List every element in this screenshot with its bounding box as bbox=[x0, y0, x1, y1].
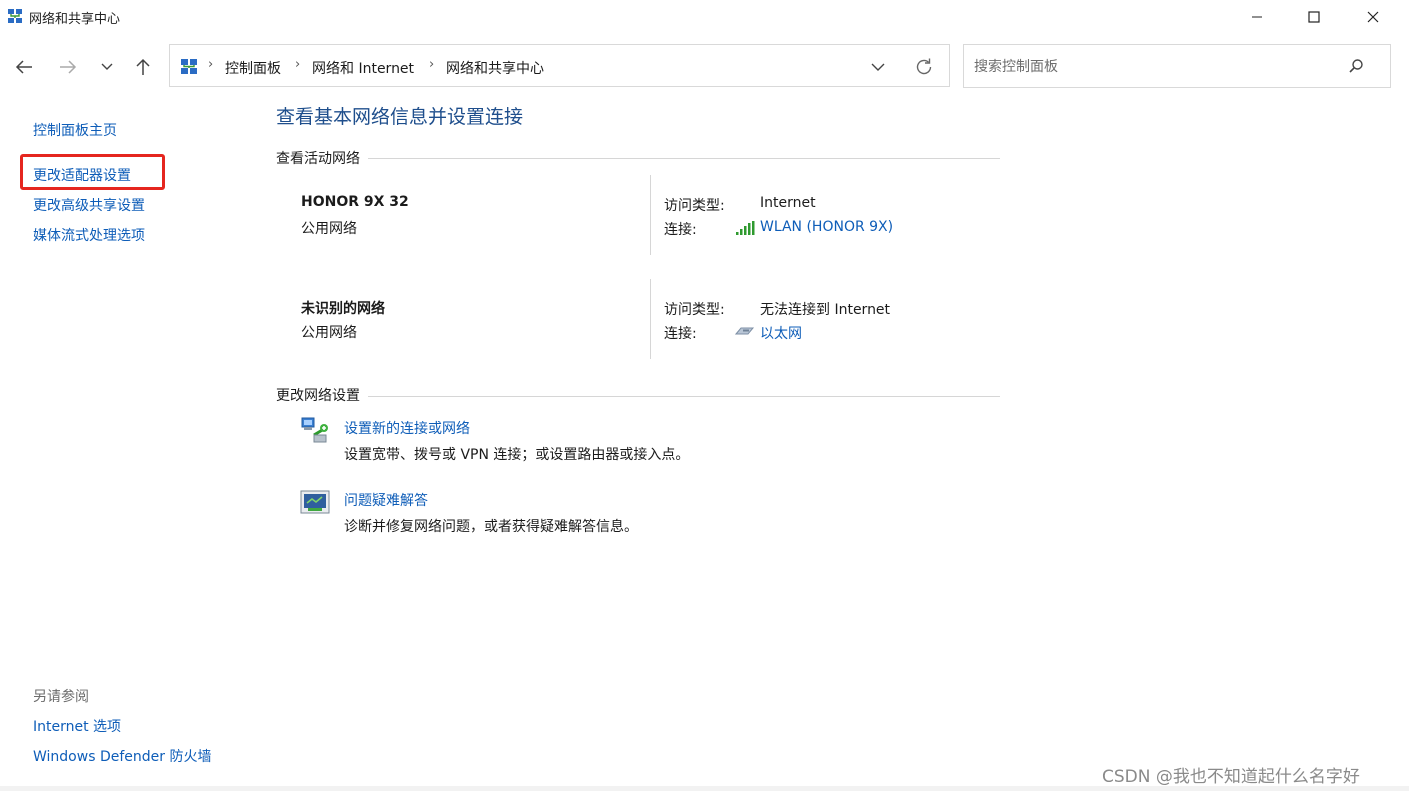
search-icon[interactable] bbox=[1348, 58, 1364, 74]
refresh-button[interactable] bbox=[912, 55, 936, 79]
connection-link-wlan[interactable]: WLAN (HONOR 9X) bbox=[760, 219, 893, 235]
watermark: CSDN @我也不知道起什么名字好 bbox=[1102, 767, 1360, 787]
access-type-label: 访问类型: bbox=[664, 198, 725, 214]
see-also-heading: 另请参阅 bbox=[33, 689, 89, 705]
chevron-right-icon: › bbox=[208, 57, 214, 72]
arrow-right-icon bbox=[60, 60, 77, 74]
back-button[interactable] bbox=[9, 52, 39, 82]
change-settings-heading: 更改网络设置 bbox=[276, 385, 368, 405]
arrow-up-icon bbox=[136, 58, 150, 75]
search-input[interactable] bbox=[972, 55, 1346, 79]
maximize-icon bbox=[1308, 11, 1320, 23]
sidebar-link-change-adapter-settings[interactable]: 更改适配器设置 bbox=[33, 165, 131, 185]
see-also-firewall[interactable]: Windows Defender 防火墙 bbox=[33, 746, 211, 766]
new-connection-icon bbox=[301, 417, 328, 443]
network-center-icon bbox=[8, 9, 22, 23]
up-button[interactable] bbox=[128, 52, 158, 82]
window-bottom-edge bbox=[0, 786, 1409, 791]
sidebar-link-control-panel-home[interactable]: 控制面板主页 bbox=[33, 120, 117, 140]
active-networks-heading: 查看活动网络 bbox=[276, 148, 368, 168]
troubleshoot-icon bbox=[300, 490, 330, 514]
breadcrumb-control-panel[interactable]: 控制面板 bbox=[225, 58, 281, 78]
ethernet-icon bbox=[735, 327, 755, 335]
minimize-button[interactable] bbox=[1228, 0, 1286, 34]
network-divider bbox=[650, 279, 651, 359]
connection-label: 连接: bbox=[664, 326, 697, 342]
wifi-signal-icon bbox=[736, 221, 755, 235]
access-type-value: Internet bbox=[760, 195, 816, 211]
connection-link-ethernet[interactable]: 以太网 bbox=[760, 323, 802, 343]
section-divider bbox=[276, 396, 1000, 397]
address-history-button[interactable] bbox=[866, 55, 890, 79]
connection-label: 连接: bbox=[664, 222, 697, 238]
task-link-troubleshoot[interactable]: 问题疑难解答 bbox=[344, 490, 428, 510]
close-button[interactable] bbox=[1344, 0, 1402, 34]
breadcrumb-network-internet[interactable]: 网络和 Internet bbox=[312, 58, 414, 78]
section-divider bbox=[276, 158, 1000, 159]
network-type: 公用网络 bbox=[301, 221, 357, 237]
chevron-down-icon bbox=[871, 63, 885, 71]
maximize-button[interactable] bbox=[1285, 0, 1343, 34]
address-bar[interactable]: › 控制面板 › 网络和 Internet › 网络和共享中心 bbox=[169, 44, 950, 87]
chevron-right-icon: › bbox=[295, 57, 301, 72]
title-bar: 网络和共享中心 bbox=[0, 0, 1409, 34]
minimize-icon bbox=[1252, 16, 1262, 18]
task-link-setup-connection[interactable]: 设置新的连接或网络 bbox=[344, 418, 470, 438]
control-panel-icon bbox=[181, 59, 197, 74]
task-description: 设置宽带、拨号或 VPN 连接；或设置路由器或接入点。 bbox=[344, 447, 690, 463]
recent-locations-button[interactable] bbox=[92, 52, 122, 82]
close-icon bbox=[1367, 11, 1379, 23]
chevron-right-icon: › bbox=[429, 57, 435, 72]
access-type-label: 访问类型: bbox=[664, 302, 725, 318]
network-type: 公用网络 bbox=[301, 325, 357, 341]
breadcrumb-network-center[interactable]: 网络和共享中心 bbox=[446, 58, 544, 78]
window-title: 网络和共享中心 bbox=[29, 12, 121, 27]
network-name: 未识别的网络 bbox=[301, 301, 385, 317]
network-name: HONOR 9X 32 bbox=[301, 194, 409, 210]
sidebar-link-media-streaming[interactable]: 媒体流式处理选项 bbox=[33, 225, 145, 245]
refresh-icon bbox=[916, 58, 932, 75]
arrow-left-icon bbox=[15, 60, 32, 74]
sidebar-link-advanced-sharing[interactable]: 更改高级共享设置 bbox=[33, 195, 145, 215]
task-description: 诊断并修复网络问题，或者获得疑难解答信息。 bbox=[344, 519, 638, 535]
chevron-down-icon bbox=[101, 63, 113, 70]
network-divider bbox=[650, 175, 651, 255]
see-also-internet-options[interactable]: Internet 选项 bbox=[33, 716, 121, 736]
search-box bbox=[963, 44, 1391, 88]
access-type-value: 无法连接到 Internet bbox=[760, 302, 891, 318]
forward-button[interactable] bbox=[53, 52, 83, 82]
page-title: 查看基本网络信息并设置连接 bbox=[276, 106, 524, 128]
